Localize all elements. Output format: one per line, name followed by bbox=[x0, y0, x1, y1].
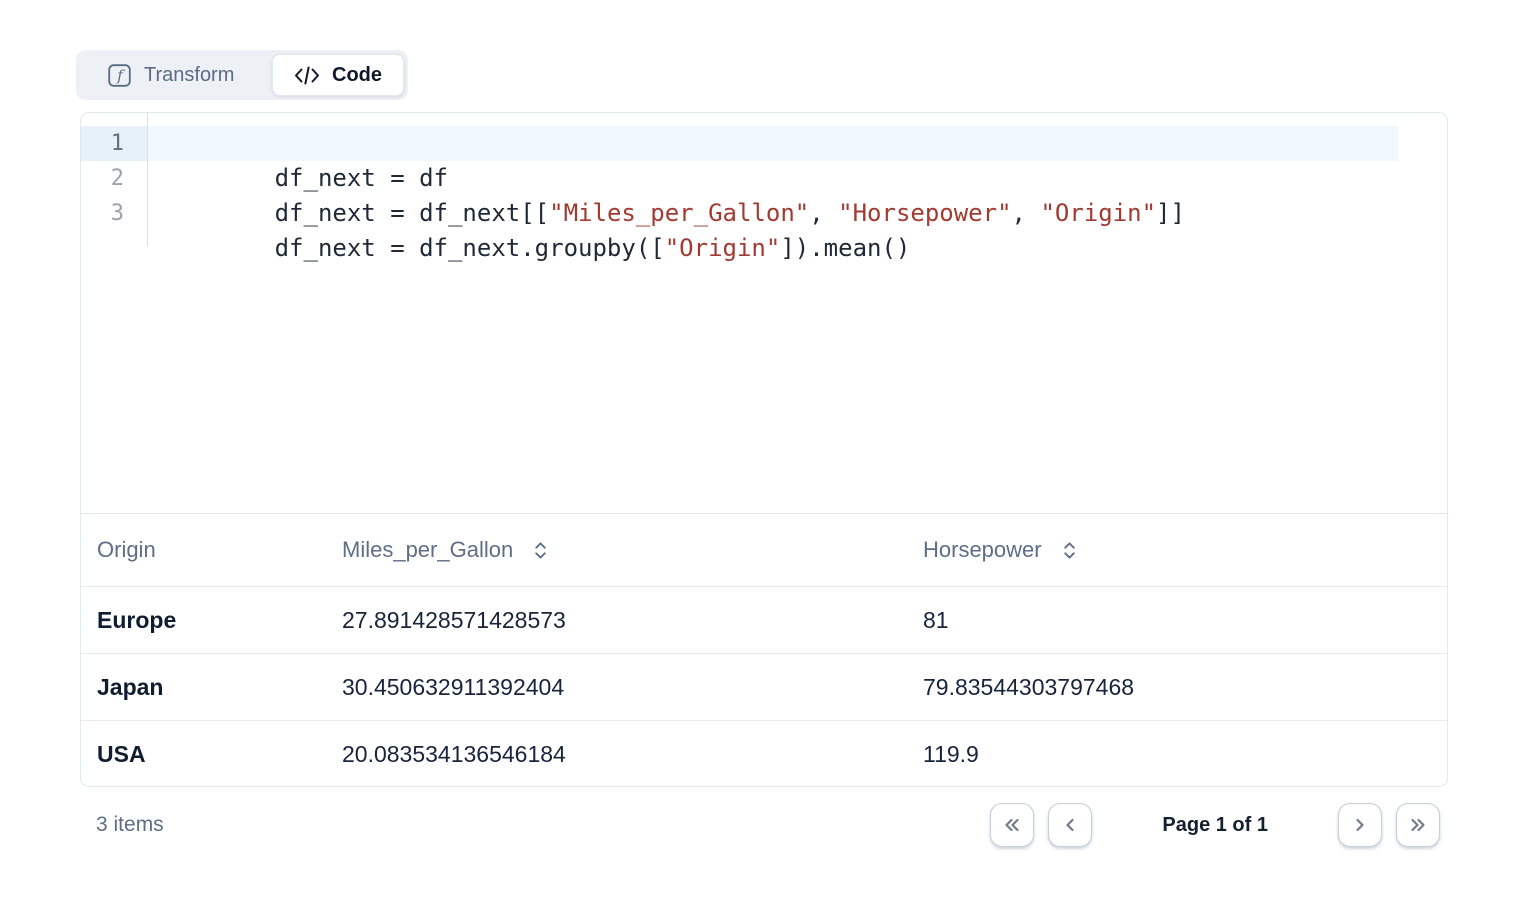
double-chevron-right-icon bbox=[1406, 815, 1430, 835]
next-page-button[interactable] bbox=[1338, 803, 1382, 847]
code-line-content: df_next = df bbox=[147, 126, 1398, 161]
table-footer: 3 items Page 1 of 1 bbox=[80, 803, 1440, 847]
column-header-horsepower[interactable]: Horsepower bbox=[907, 537, 1447, 563]
code-line-content: df_next = df_next.groupby(["Origin"]).me… bbox=[147, 196, 1447, 231]
index-cell: Europe bbox=[81, 607, 326, 634]
value-cell: 30.450632911392404 bbox=[326, 674, 907, 701]
table-row: Europe 27.891428571428573 81 bbox=[81, 586, 1447, 653]
line-number: 2 bbox=[81, 161, 147, 196]
pagination: Page 1 of 1 bbox=[990, 803, 1440, 847]
code-icon bbox=[294, 66, 320, 85]
tab-transform[interactable]: f Transform bbox=[76, 64, 272, 87]
code-editor[interactable]: 1 df_next = df 2 df_next = df_next[["Mil… bbox=[81, 113, 1447, 513]
last-page-button[interactable] bbox=[1396, 803, 1440, 847]
code-line-content: df_next = df_next[["Miles_per_Gallon", "… bbox=[147, 161, 1447, 196]
value-cell: 79.83544303797468 bbox=[907, 674, 1447, 701]
value-cell: 81 bbox=[907, 607, 1447, 634]
page-indicator: Page 1 of 1 bbox=[1162, 814, 1268, 837]
line-number: 1 bbox=[81, 126, 147, 161]
code-token: ]).mean() bbox=[780, 234, 910, 262]
string-token: "Origin" bbox=[665, 234, 781, 262]
prev-page-button[interactable] bbox=[1048, 803, 1092, 847]
double-chevron-left-icon bbox=[1000, 815, 1024, 835]
tab-label: Transform bbox=[144, 64, 234, 87]
code-line: 3 df_next = df_next.groupby(["Origin"]).… bbox=[81, 196, 1447, 231]
table-header-row: Origin Miles_per_Gallon Horsepower bbox=[81, 514, 1447, 586]
view-toggle: f Transform Code bbox=[76, 50, 408, 100]
chevron-right-icon bbox=[1350, 815, 1370, 835]
tab-label: Code bbox=[332, 64, 382, 87]
result-table: Origin Miles_per_Gallon Horsepower bbox=[81, 513, 1447, 787]
code-token: df_next = df_next.groupby([ bbox=[275, 234, 665, 262]
svg-text:f: f bbox=[116, 66, 125, 84]
function-icon: f bbox=[108, 64, 131, 87]
first-page-button[interactable] bbox=[990, 803, 1034, 847]
value-cell: 20.083534136546184 bbox=[326, 741, 907, 768]
code-line: 1 df_next = df bbox=[81, 126, 1447, 161]
column-label: Miles_per_Gallon bbox=[342, 537, 513, 563]
value-cell: 119.9 bbox=[907, 741, 1447, 768]
column-header-origin: Origin bbox=[81, 537, 326, 563]
code-line: 2 df_next = df_next[["Miles_per_Gallon",… bbox=[81, 161, 1447, 196]
sort-icon[interactable] bbox=[1060, 539, 1079, 562]
items-count: 3 items bbox=[80, 813, 164, 837]
line-number: 3 bbox=[81, 196, 147, 231]
sort-icon[interactable] bbox=[531, 539, 550, 562]
index-cell: Japan bbox=[81, 674, 326, 701]
chevron-left-icon bbox=[1060, 815, 1080, 835]
column-label: Horsepower bbox=[923, 537, 1042, 563]
column-header-miles-per-gallon[interactable]: Miles_per_Gallon bbox=[326, 537, 907, 563]
value-cell: 27.891428571428573 bbox=[326, 607, 907, 634]
table-row: Japan 30.450632911392404 79.835443037974… bbox=[81, 653, 1447, 720]
column-label: Origin bbox=[97, 537, 156, 563]
index-cell: USA bbox=[81, 741, 326, 768]
code-panel: 1 df_next = df 2 df_next = df_next[["Mil… bbox=[80, 112, 1448, 787]
tab-code[interactable]: Code bbox=[272, 54, 404, 96]
table-row: USA 20.083534136546184 119.9 bbox=[81, 720, 1447, 787]
gutter-divider bbox=[147, 113, 148, 246]
